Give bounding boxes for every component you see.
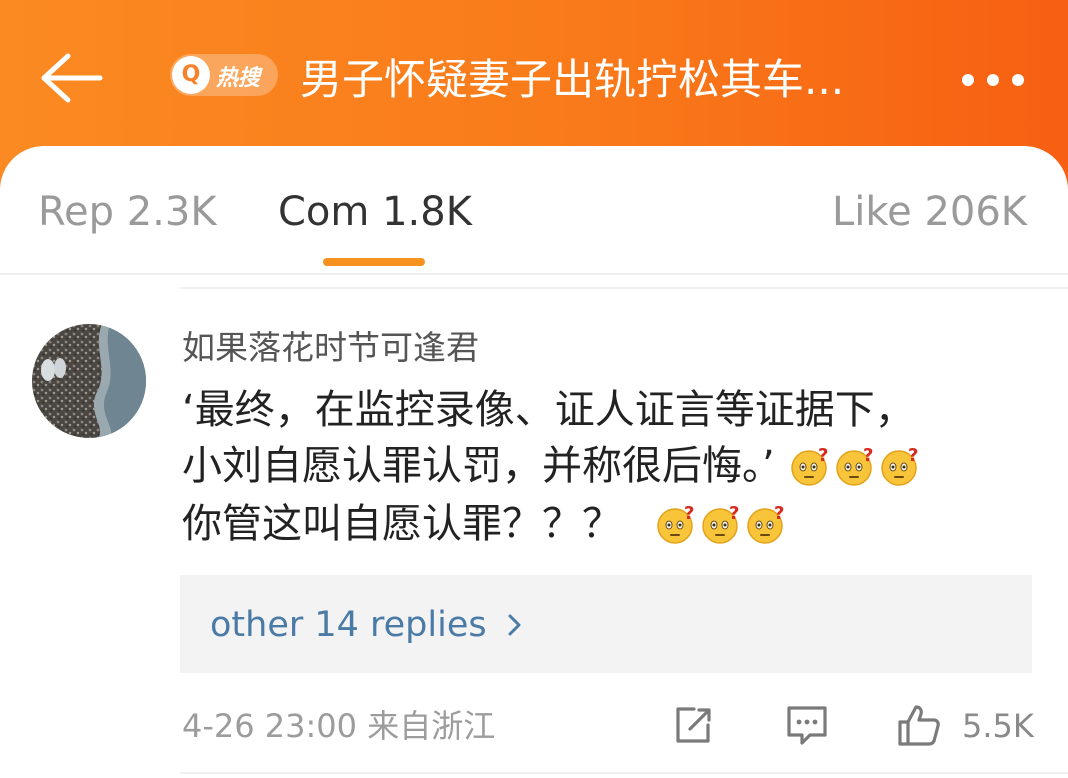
avatar[interactable] [32,324,146,438]
confused-face-emoji: ? [791,445,829,486]
weibo-comment-page: Q 热搜 男子怀疑妻子出轨拧松其车... Rep 2.3K Com 1.8K L… [0,0,1068,778]
confused-face-emoji: ? [701,503,739,544]
confused-face-emoji: ? [746,503,784,544]
comment-text-line: ‘最终，在监控录像、证人证言等证据下， [182,384,915,436]
share-button[interactable] [670,702,716,748]
comment-text-line: 你管这叫自愿认罪？？？ ??? [182,498,788,552]
confused-face-emoji: ? [836,445,874,486]
more-dots-icon [962,74,974,86]
svg-text:?: ? [774,503,784,524]
more-dots-icon [987,74,999,86]
more-button[interactable] [956,62,1030,98]
svg-text:?: ? [684,503,694,524]
tab-likes[interactable]: Like 206K [832,186,1027,238]
svg-text:?: ? [908,445,918,466]
comment-text: 你管这叫自愿认罪？？？ [182,501,622,547]
svg-text:?: ? [818,445,828,466]
comment-text: ‘最终，在监控录像、证人证言等证据下， [182,387,915,433]
comment-timestamp: 4-26 23:00 来自浙江 [182,707,496,745]
tabs-divider [0,273,1068,275]
comment-top-divider [180,287,1068,289]
tab-comments[interactable]: Com 1.8K [278,186,472,238]
comment-button[interactable] [784,702,830,748]
replies-label: other 14 replies [210,605,487,645]
comment-text: 小刘自愿认罪认罚，并称很后悔。’ [182,443,775,489]
hot-search-badge[interactable]: Q 热搜 [170,54,280,98]
like-count: 5.5K [962,707,1034,745]
view-replies-button[interactable]: other 14 replies [180,575,1032,673]
confused-face-emoji: ? [881,445,919,486]
emoji-group: ??? [787,442,922,494]
comment-text-line: 小刘自愿认罪认罚，并称很后悔。’ ??? [182,440,922,494]
hot-search-label: 热搜 [216,66,261,91]
confused-face-emoji: ? [656,503,694,544]
svg-text:?: ? [729,503,739,524]
search-q-icon: Q [181,62,201,87]
active-tab-indicator [323,258,425,266]
page-title: 男子怀疑妻子出轨拧松其车... [300,55,845,104]
svg-text:?: ? [863,445,873,466]
chevron-right-icon [508,614,521,636]
thumbs-up-icon [898,705,940,746]
top-bar: Q 热搜 男子怀疑妻子出轨拧松其车... [0,0,1068,160]
back-button[interactable] [34,48,108,108]
comment-bottom-divider [180,772,1068,774]
tab-reposts[interactable]: Rep 2.3K [38,186,217,238]
comment-bubble-icon [787,706,827,745]
avatar-image [32,324,146,438]
comment-username[interactable]: 如果落花时节可逢君 [182,326,479,370]
arrow-left-icon [41,53,103,103]
share-edit-icon [676,707,711,743]
more-dots-icon [1012,74,1024,86]
like-button[interactable] [896,702,942,748]
emoji-group: ??? [653,500,788,552]
